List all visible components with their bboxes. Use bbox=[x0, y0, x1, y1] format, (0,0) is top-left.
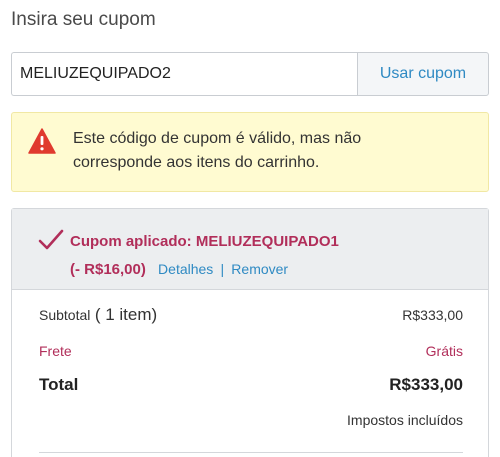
remove-coupon-link[interactable]: Remover bbox=[231, 261, 288, 277]
coupon-title: Insira seu cupom bbox=[11, 9, 156, 30]
warning-triangle-icon bbox=[28, 128, 56, 154]
taxes-row: Impostos incluídos bbox=[39, 412, 463, 428]
cart-coupon-panel: Insira seu cupom Usar cupom Este código … bbox=[0, 0, 500, 457]
checkmark-icon bbox=[38, 229, 64, 250]
shipping-label: Frete bbox=[39, 343, 72, 359]
subtotal-value: R$333,00 bbox=[402, 307, 463, 323]
subtotal-label: Subtotal bbox=[39, 307, 91, 323]
applied-coupon-label: Cupom aplicado: MELIUZEQUIPADO1 bbox=[70, 233, 339, 250]
taxes-note: Impostos incluídos bbox=[347, 412, 463, 428]
coupon-warning-alert: Este código de cupom é válido, mas não c… bbox=[11, 112, 489, 192]
item-count: ( 1 item) bbox=[94, 305, 158, 324]
total-label: Total bbox=[39, 375, 79, 394]
total-value: R$333,00 bbox=[389, 375, 463, 394]
shipping-row: Frete Grátis bbox=[39, 343, 463, 359]
alert-message: Este código de cupom é válido, mas não c… bbox=[73, 130, 362, 171]
shipping-value: Grátis bbox=[425, 343, 463, 359]
link-separator: | bbox=[220, 261, 225, 277]
divider bbox=[39, 452, 463, 453]
coupon-discount: (- R$16,00) bbox=[70, 261, 146, 278]
applied-coupon-box: Cupom aplicado: MELIUZEQUIPADO1 (- R$16,… bbox=[12, 209, 488, 290]
coupon-form: Usar cupom bbox=[11, 52, 489, 96]
subtotal-label-group: Subtotal ( 1 item) bbox=[39, 305, 157, 325]
use-coupon-button[interactable]: Usar cupom bbox=[357, 52, 489, 96]
applied-coupon-actions: (- R$16,00) Detalhes | Remover bbox=[70, 261, 288, 278]
total-row: Total R$333,00 bbox=[39, 375, 463, 395]
order-summary: Cupom aplicado: MELIUZEQUIPADO1 (- R$16,… bbox=[11, 208, 489, 457]
subtotal-row: Subtotal ( 1 item) R$333,00 bbox=[39, 305, 463, 325]
coupon-input[interactable] bbox=[11, 52, 357, 96]
details-link[interactable]: Detalhes bbox=[158, 261, 213, 277]
